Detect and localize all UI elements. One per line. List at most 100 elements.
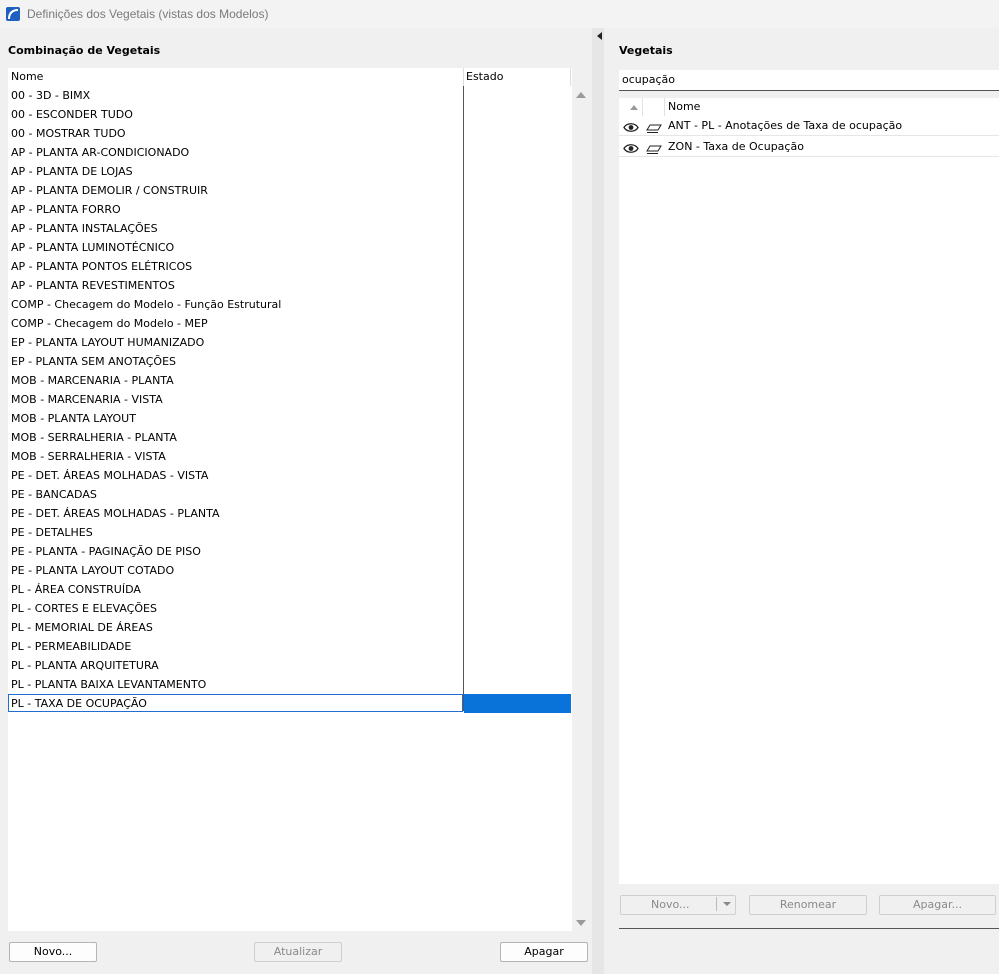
- combination-name: PE - PLANTA LAYOUT COTADO: [11, 564, 175, 577]
- combination-name: PL - MEMORIAL DE ÁREAS: [11, 621, 153, 634]
- combination-name: AP - PLANTA DEMOLIR / CONSTRUIR: [11, 184, 208, 197]
- combination-row[interactable]: PL - PLANTA ARQUITETURA: [8, 656, 572, 675]
- chevron-down-icon[interactable]: [723, 902, 731, 906]
- combination-row[interactable]: MOB - SERRALHERIA - VISTA: [8, 447, 572, 466]
- combination-name: AP - PLANTA LUMINOTÉCNICO: [11, 241, 175, 254]
- combination-name: COMP - Checagem do Modelo - MEP: [11, 317, 208, 330]
- combination-row[interactable]: PL - ÁREA CONSTRUÍDA: [8, 580, 572, 599]
- combination-row[interactable]: PL - PERMEABILIDADE: [8, 637, 572, 656]
- combination-name: COMP - Checagem do Modelo - Função Estru…: [11, 298, 282, 311]
- combination-name: MOB - SERRALHERIA - VISTA: [11, 450, 166, 463]
- combination-name: MOB - MARCENARIA - VISTA: [11, 393, 163, 406]
- combination-name: PE - PLANTA - PAGINAÇÃO DE PISO: [11, 545, 201, 558]
- combination-rows: 00 - 3D - BIMX 00 - ESCONDER TUDO 00 - MOS…: [8, 86, 572, 713]
- combination-row[interactable]: AP - PLANTA DE LOJAS: [8, 162, 572, 181]
- combination-name: PE - DET. ÁREAS MOLHADAS - VISTA: [11, 469, 209, 482]
- combination-row[interactable]: COMP - Checagem do Modelo - MEP: [8, 314, 572, 333]
- combination-name: EP - PLANTA SEM ANOTAÇÕES: [11, 355, 176, 368]
- combination-name: PL - PLANTA ARQUITETURA: [11, 659, 159, 672]
- scroll-down-arrow-icon[interactable]: [576, 920, 586, 926]
- combination-name: PE - DETALHES: [11, 526, 93, 539]
- combination-row[interactable]: PL - TAXA DE OCUPAÇÃO: [8, 694, 572, 713]
- combination-row[interactable]: AP - PLANTA REVESTIMENTOS: [8, 276, 572, 295]
- combination-row[interactable]: PL - CORTES E ELEVAÇÕES: [8, 599, 572, 618]
- combination-name: 00 - 3D - BIMX: [11, 89, 91, 102]
- combination-name: EP - PLANTA LAYOUT HUMANIZADO: [11, 336, 205, 349]
- combination-row[interactable]: PE - DET. ÁREAS MOLHADAS - VISTA: [8, 466, 572, 485]
- layer-list[interactable]: Nome ANT - PL - Anotações de Taxa de ocu…: [619, 98, 999, 884]
- layers-panel-title: Vegetais: [619, 44, 673, 57]
- combination-name: AP - PLANTA FORRO: [11, 203, 121, 216]
- window-title: Definições dos Vegetais (vistas dos Mode…: [27, 7, 269, 21]
- combination-row[interactable]: EP - PLANTA LAYOUT HUMANIZADO: [8, 333, 572, 352]
- column-header-name[interactable]: Nome: [11, 68, 43, 86]
- eye-icon[interactable]: [623, 141, 639, 161]
- combination-name: PL - ÁREA CONSTRUÍDA: [11, 583, 141, 596]
- sort-ascending-icon[interactable]: [630, 105, 638, 110]
- combination-row[interactable]: MOB - MARCENARIA - PLANTA: [8, 371, 572, 390]
- header-separator: [664, 98, 665, 116]
- combination-name: MOB - PLANTA LAYOUT: [11, 412, 136, 425]
- combination-row[interactable]: PE - BANCADAS: [8, 485, 572, 504]
- combination-row[interactable]: PL - MEMORIAL DE ÁREAS: [8, 618, 572, 637]
- combination-name: PE - BANCADAS: [11, 488, 97, 501]
- column-header-state[interactable]: Estado: [466, 68, 503, 86]
- combination-row[interactable]: 00 - ESCONDER TUDO: [8, 105, 572, 124]
- new-combination-button[interactable]: Novo...: [9, 942, 97, 962]
- scroll-up-arrow-icon[interactable]: [576, 92, 586, 98]
- layer-row[interactable]: ANT - PL - Anotações de Taxa de ocupação: [619, 116, 999, 136]
- combination-row[interactable]: PL - PLANTA BAIXA LEVANTAMENTO: [8, 675, 572, 694]
- combination-row[interactable]: PE - PLANTA - PAGINAÇÃO DE PISO: [8, 542, 572, 561]
- state-cell[interactable]: [464, 694, 571, 713]
- combination-row[interactable]: AP - PLANTA PONTOS ELÉTRICOS: [8, 257, 572, 276]
- header-separator: [642, 98, 643, 116]
- column-header-name[interactable]: Nome: [668, 100, 700, 113]
- panel-splitter[interactable]: [592, 28, 604, 974]
- search-value: ocupação: [622, 73, 675, 86]
- new-layer-button[interactable]: Novo...: [620, 895, 736, 915]
- combination-row[interactable]: AP - PLANTA DEMOLIR / CONSTRUIR: [8, 181, 572, 200]
- combination-name: PE - DET. ÁREAS MOLHADAS - PLANTA: [11, 507, 220, 520]
- header-separator: [570, 68, 571, 86]
- title-bar: Definições dos Vegetais (vistas dos Mode…: [0, 0, 999, 28]
- delete-layer-button[interactable]: Apagar...: [879, 895, 996, 915]
- collapse-panel-icon[interactable]: [597, 32, 602, 40]
- combination-name: 00 - ESCONDER TUDO: [11, 108, 133, 121]
- combination-row[interactable]: AP - PLANTA FORRO: [8, 200, 572, 219]
- layer-search-input[interactable]: ocupação: [619, 70, 999, 91]
- split-button-separator: [716, 897, 717, 911]
- bottom-divider: [619, 928, 999, 929]
- combination-row[interactable]: PE - DET. ÁREAS MOLHADAS - PLANTA: [8, 504, 572, 523]
- combination-row[interactable]: PE - PLANTA LAYOUT COTADO: [8, 561, 572, 580]
- rename-layer-button[interactable]: Renomear: [749, 895, 867, 915]
- combination-name: 00 - MOSTRAR TUDO: [11, 127, 126, 140]
- combination-name: AP - PLANTA AR-CONDICIONADO: [11, 146, 190, 159]
- combination-name: MOB - MARCENARIA - PLANTA: [11, 374, 174, 387]
- layer-row[interactable]: ZON - Taxa de Ocupação: [619, 137, 999, 157]
- combination-row[interactable]: MOB - MARCENARIA - VISTA: [8, 390, 572, 409]
- layer-name: ANT - PL - Anotações de Taxa de ocupação: [668, 119, 903, 132]
- layer-icon[interactable]: [646, 142, 662, 162]
- combination-row[interactable]: 00 - 3D - BIMX: [8, 86, 572, 105]
- delete-combination-button[interactable]: Apagar: [500, 942, 588, 962]
- combination-row[interactable]: EP - PLANTA SEM ANOTAÇÕES: [8, 352, 572, 371]
- combination-row[interactable]: PE - DETALHES: [8, 523, 572, 542]
- combination-name: MOB - SERRALHERIA - PLANTA: [11, 431, 177, 444]
- combination-name: AP - PLANTA PONTOS ELÉTRICOS: [11, 260, 193, 273]
- combination-row[interactable]: AP - PLANTA INSTALAÇÕES: [8, 219, 572, 238]
- combination-row[interactable]: 00 - MOSTRAR TUDO: [8, 124, 572, 143]
- combination-name: AP - PLANTA DE LOJAS: [11, 165, 133, 178]
- combination-row[interactable]: MOB - SERRALHERIA - PLANTA: [8, 428, 572, 447]
- combination-row[interactable]: MOB - PLANTA LAYOUT: [8, 409, 572, 428]
- combination-name: PL - TAXA DE OCUPAÇÃO: [11, 697, 147, 710]
- combination-list[interactable]: Nome Estado 00 - 3D - BIMX 00 - ESCONDER …: [8, 68, 572, 931]
- combination-panel-title: Combinação de Vegetais: [8, 44, 161, 57]
- update-button[interactable]: Atualizar: [254, 942, 342, 962]
- layer-list-header: Nome: [619, 98, 999, 116]
- combination-row[interactable]: AP - PLANTA AR-CONDICIONADO: [8, 143, 572, 162]
- new-layer-label: Novo...: [651, 898, 690, 911]
- combination-row[interactable]: COMP - Checagem do Modelo - Função Estru…: [8, 295, 572, 314]
- combination-name: AP - PLANTA REVESTIMENTOS: [11, 279, 175, 292]
- combination-row[interactable]: AP - PLANTA LUMINOTÉCNICO: [8, 238, 572, 257]
- combination-name: PL - PLANTA BAIXA LEVANTAMENTO: [11, 678, 207, 691]
